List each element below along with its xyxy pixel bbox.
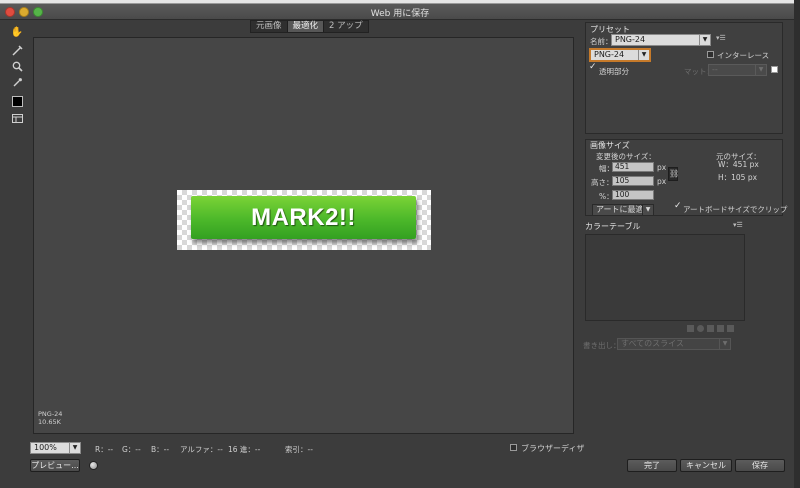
browser-dither-checkbox[interactable] — [510, 444, 517, 451]
chevron-down-icon: ▼ — [69, 443, 80, 453]
optimized-format: PNG-24 — [38, 410, 63, 418]
status-alpha: アルファ：-- — [180, 445, 223, 454]
eyedropper-color-swatch[interactable] — [12, 96, 23, 107]
chevron-down-icon: ▼ — [642, 205, 653, 215]
slice-select-tool-icon[interactable] — [11, 44, 23, 56]
eyedropper-tool-icon[interactable] — [11, 76, 23, 88]
preset-menu-icon[interactable]: ▾☰ — [716, 34, 726, 42]
mark2-button-artwork: MARK2!! — [191, 196, 416, 239]
window-titlebar: Web 用に保存 — [0, 4, 800, 20]
height-label: 高さ： — [591, 178, 614, 187]
export-label: 書き出し： — [583, 341, 621, 350]
tab-original[interactable]: 元画像 — [251, 21, 288, 32]
width-input[interactable]: 451 — [612, 162, 654, 172]
export-slices-value: すべてのスライス — [621, 339, 684, 348]
chevron-down-icon: ▼ — [719, 339, 730, 349]
optimized-info: PNG-24 10.65K — [38, 410, 62, 426]
web-shift-icon[interactable] — [697, 325, 704, 332]
zoom-level-select[interactable]: 100% ▼ — [30, 442, 81, 454]
transparency-checkbox[interactable] — [589, 62, 597, 73]
zoom-level-value: 100% — [34, 443, 57, 452]
export-slices-select[interactable]: すべてのスライス ▼ — [617, 338, 731, 350]
original-height: H：105 px — [718, 173, 758, 182]
transparency-label: 透明部分 — [599, 67, 629, 76]
color-table-menu-icon[interactable]: ▾☰ — [733, 221, 743, 229]
resample-select[interactable]: アートに最適 ▼ — [592, 204, 654, 216]
chevron-down-icon: ▼ — [699, 35, 710, 45]
window-title: Web 用に保存 — [370, 9, 430, 19]
new-size-label: 変更後のサイズ： — [596, 152, 656, 161]
interlace-label: インターレース — [717, 51, 770, 60]
chevron-down-icon: ▼ — [755, 65, 766, 75]
file-format-select[interactable]: PNG-24 ▼ — [590, 49, 650, 61]
preview-canvas[interactable]: MARK2!! PNG-24 10.65K — [33, 37, 574, 434]
height-unit: px — [657, 177, 667, 186]
preset-name-value: PNG-24 — [615, 35, 646, 44]
hand-tool-icon[interactable]: ✋ — [11, 26, 23, 38]
color-table-grid[interactable] — [585, 234, 745, 321]
status-index: 索引：-- — [285, 445, 313, 454]
artwork-preview[interactable]: MARK2!! — [177, 190, 431, 250]
original-width: W：451 px — [718, 160, 759, 169]
clip-to-artboard-label: アートボードサイズでクリップ — [683, 205, 788, 214]
cancel-button[interactable]: キャンセル — [680, 459, 732, 472]
status-blue: B：-- — [151, 445, 170, 454]
status-hex: 16 進：-- — [228, 445, 261, 454]
file-format-value: PNG-24 — [594, 50, 625, 59]
browser-dither-label: ブラウザーディザ — [521, 444, 585, 453]
tab-optimized[interactable]: 最適化 — [287, 21, 325, 32]
color-table-actions — [687, 325, 743, 333]
tab-2-up[interactable]: 2 アップ — [324, 21, 368, 32]
done-button[interactable]: 完了 — [627, 459, 677, 472]
matte-select[interactable]: -- ▼ — [708, 64, 767, 76]
preview-button[interactable]: プレビュー... — [30, 459, 80, 472]
preset-name-select[interactable]: PNG-24 ▼ — [611, 34, 711, 46]
tool-panel: ✋ — [4, 22, 28, 132]
constrain-proportions-link-icon[interactable]: ⛓ — [668, 167, 679, 181]
new-color-icon[interactable] — [717, 325, 724, 332]
matte-color-swatch[interactable] — [771, 66, 778, 73]
browser-globe-icon[interactable] — [89, 461, 98, 470]
color-table-title: カラーテーブル — [585, 222, 641, 231]
clip-to-artboard-checkbox[interactable] — [674, 201, 682, 212]
preset-panel: プリセット 名前： PNG-24 ▼ ▾☰ PNG-24 ▼ インターレース 透… — [585, 22, 783, 134]
window-edge — [794, 0, 800, 488]
lock-color-icon[interactable] — [707, 325, 714, 332]
matte-value: -- — [712, 65, 718, 74]
percent-input[interactable]: 100 — [612, 190, 654, 200]
height-input[interactable]: 105 — [612, 176, 654, 186]
save-button[interactable]: 保存 — [735, 459, 785, 472]
zoom-tool-icon[interactable] — [11, 60, 23, 72]
width-unit: px — [657, 163, 667, 172]
status-green: G：-- — [122, 445, 141, 454]
map-transparency-icon[interactable] — [687, 325, 694, 332]
mark2-text: MARK2!! — [251, 203, 356, 231]
resample-value: アートに最適 — [596, 205, 644, 214]
interlace-checkbox[interactable] — [707, 51, 714, 58]
image-size-panel: 画像サイズ 変更後のサイズ： 元のサイズ： 幅： 451 px W：451 px… — [585, 139, 787, 216]
delete-color-icon[interactable] — [727, 325, 734, 332]
image-size-title: 画像サイズ — [590, 141, 630, 150]
view-tabs: 元画像 最適化 2 アップ — [250, 20, 369, 33]
toggle-slices-icon[interactable] — [11, 112, 23, 124]
chevron-down-icon: ▼ — [638, 50, 649, 60]
status-red: R：-- — [95, 445, 114, 454]
optimized-filesize: 10.65K — [38, 418, 61, 426]
preset-name-label: 名前： — [590, 37, 613, 46]
